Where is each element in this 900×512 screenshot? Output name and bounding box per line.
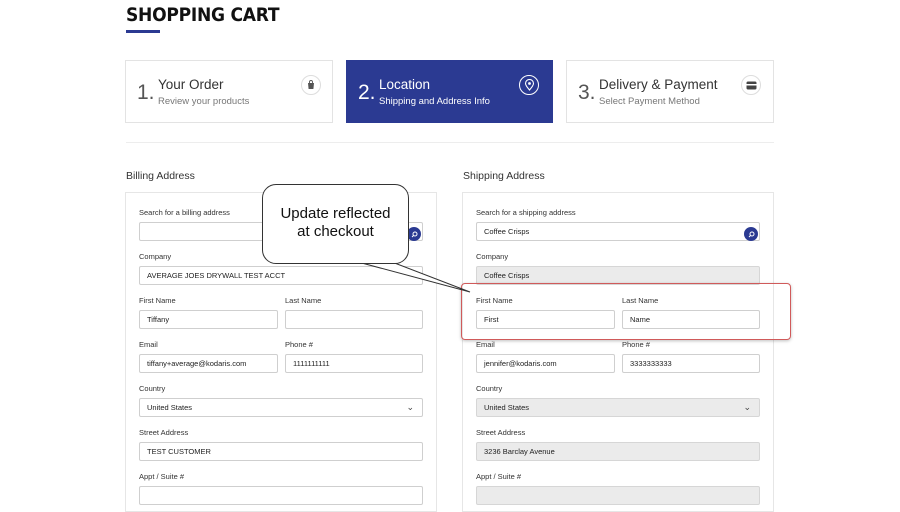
credit-card-icon xyxy=(741,75,761,95)
step-number: 1. xyxy=(137,81,155,104)
billing-last-name-label: Last Name xyxy=(285,296,322,305)
callout-line-2: at checkout xyxy=(297,223,374,240)
billing-street-label: Street Address xyxy=(139,428,189,437)
callout-line-1: Update reflected xyxy=(280,205,391,222)
search-icon xyxy=(411,231,417,237)
shipping-company-label: Company xyxy=(476,252,509,261)
shipping-email-label: Email xyxy=(476,340,495,349)
billing-country-value: United States xyxy=(147,403,193,412)
billing-first-name-label: First Name xyxy=(139,296,176,305)
chevron-down-icon: ⌄ xyxy=(743,402,751,412)
billing-search-button[interactable] xyxy=(407,227,421,241)
shipping-country-select[interactable]: United States ⌄ xyxy=(476,398,760,417)
step-title: Delivery & Payment xyxy=(599,77,718,92)
shipping-country-value: United States xyxy=(484,403,530,412)
step-subtitle: Shipping and Address Info xyxy=(379,96,490,107)
shipping-search-button[interactable] xyxy=(744,227,758,241)
billing-appt-label: Appt / Suite # xyxy=(139,472,185,481)
shipping-phone-label: Phone # xyxy=(622,340,650,349)
divider xyxy=(126,142,774,143)
shipping-heading: Shipping Address xyxy=(463,170,545,182)
step-subtitle: Review your products xyxy=(158,96,250,107)
billing-country-select[interactable]: United States ⌄ xyxy=(139,398,423,417)
step-subtitle: Select Payment Method xyxy=(599,96,700,107)
billing-company-label: Company xyxy=(139,252,172,261)
shipping-email-field[interactable]: jennifer@kodaris.com xyxy=(476,354,615,373)
billing-phone-label: Phone # xyxy=(285,340,313,349)
location-pin-icon xyxy=(519,75,539,95)
step-delivery-payment[interactable]: 3. Delivery & Payment Select Payment Met… xyxy=(566,60,774,123)
billing-heading: Billing Address xyxy=(126,170,195,182)
shipping-appt-label: Appt / Suite # xyxy=(476,472,522,481)
chevron-down-icon: ⌄ xyxy=(406,402,414,412)
step-number: 3. xyxy=(578,81,596,104)
billing-search-label: Search for a billing address xyxy=(139,208,230,217)
billing-last-name-field[interactable] xyxy=(285,310,423,329)
shipping-country-label: Country xyxy=(476,384,503,393)
shipping-phone-field[interactable]: 3333333333 xyxy=(622,354,760,373)
shipping-street-label: Street Address xyxy=(476,428,526,437)
shipping-search-label: Search for a shipping address xyxy=(476,208,576,217)
step-number: 2. xyxy=(358,81,376,104)
annotation-callout: Update reflected at checkout xyxy=(262,184,409,264)
billing-company-field[interactable]: AVERAGE JOES DRYWALL TEST ACCT xyxy=(139,266,423,285)
shipping-appt-field[interactable] xyxy=(476,486,760,505)
page-title: SHOPPING CART xyxy=(126,4,280,26)
billing-appt-field[interactable] xyxy=(139,486,423,505)
step-title: Location xyxy=(379,77,431,92)
bag-icon xyxy=(301,75,321,95)
step-location[interactable]: 2. Location Shipping and Address Info xyxy=(346,60,553,123)
search-icon xyxy=(748,231,754,237)
billing-first-name-field[interactable]: Tiffany xyxy=(139,310,278,329)
title-underline xyxy=(126,30,160,33)
shipping-search-input[interactable]: Coffee Crisps xyxy=(476,222,760,241)
billing-phone-field[interactable]: 1111111111 xyxy=(285,354,423,373)
step-title: Your Order xyxy=(158,77,224,92)
billing-email-field[interactable]: tiffany+average@kodaris.com xyxy=(139,354,278,373)
highlight-box xyxy=(461,283,791,340)
shipping-street-field[interactable]: 3236 Barclay Avenue xyxy=(476,442,760,461)
billing-street-field[interactable]: TEST CUSTOMER xyxy=(139,442,423,461)
billing-email-label: Email xyxy=(139,340,158,349)
billing-country-label: Country xyxy=(139,384,166,393)
step-your-order[interactable]: 1. Your Order Review your products xyxy=(125,60,333,123)
